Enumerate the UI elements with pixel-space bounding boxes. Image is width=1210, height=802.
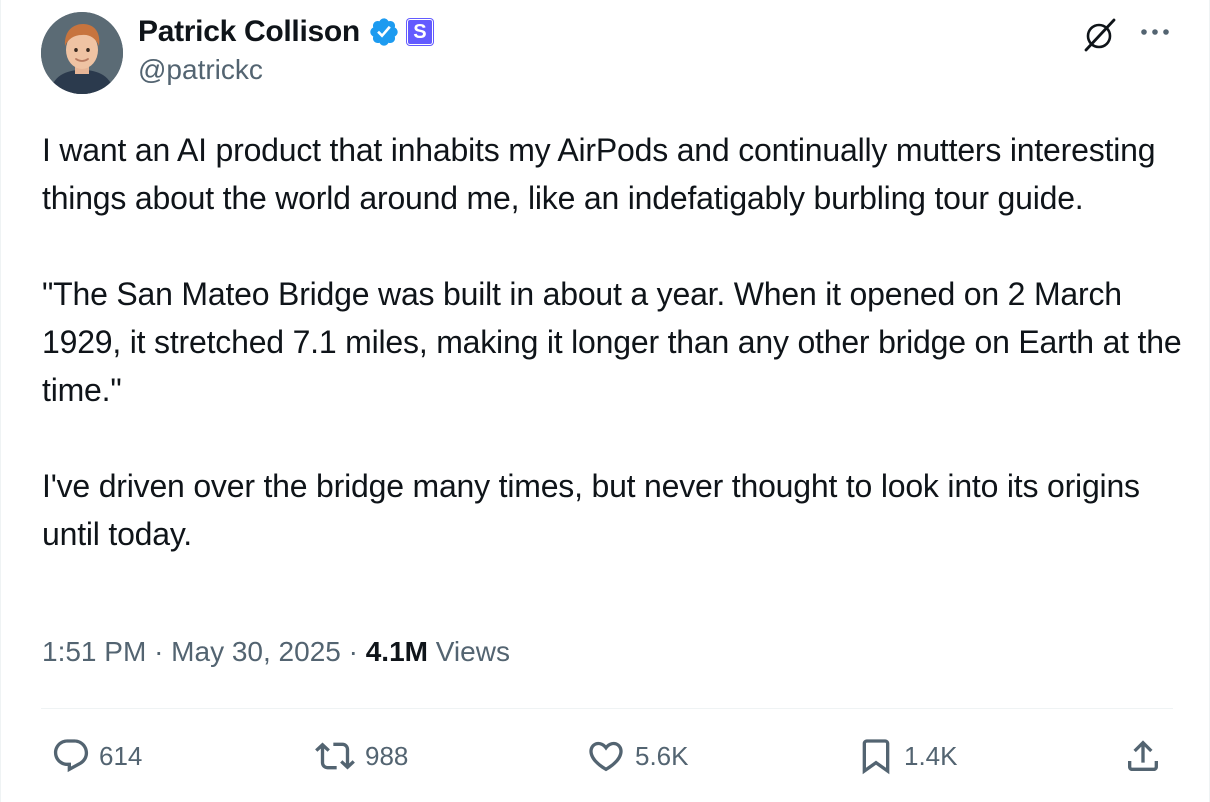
- tweet-time[interactable]: 1:51 PM: [42, 636, 146, 667]
- verified-badge-icon[interactable]: [368, 16, 400, 48]
- repost-icon: [315, 742, 355, 770]
- grok-icon[interactable]: [1081, 16, 1119, 54]
- reply-count: 614: [99, 740, 143, 771]
- tweet-meta: 1:51 PM · May 30, 2025 · 4.1M Views: [42, 636, 510, 668]
- tweet-paragraph: "The San Mateo Bridge was built in about…: [42, 276, 1182, 408]
- tweet-paragraph: I want an AI product that inhabits my Ai…: [42, 132, 1156, 216]
- avatar[interactable]: [41, 12, 123, 94]
- like-button[interactable]: 5.6K: [585, 736, 689, 776]
- tweet-text: I want an AI product that inhabits my Ai…: [42, 126, 1182, 558]
- like-icon: [589, 741, 623, 772]
- author-name[interactable]: Patrick Collison: [138, 15, 360, 49]
- meta-separator: ·: [348, 636, 358, 667]
- bookmark-count: 1.4K: [904, 740, 958, 771]
- views-label: Views: [435, 636, 510, 667]
- repost-count: 988: [365, 740, 409, 771]
- more-icon[interactable]: [1135, 14, 1175, 54]
- tweet-card: Patrick Collison S @patrickc I want an A…: [0, 0, 1210, 802]
- repost-button[interactable]: 988: [313, 736, 408, 776]
- bookmark-icon: [862, 739, 890, 775]
- tweet-paragraph: I've driven over the bridge many times, …: [42, 468, 1140, 552]
- reply-button[interactable]: 614: [51, 736, 142, 776]
- tweet-date[interactable]: May 30, 2025: [171, 636, 341, 667]
- like-count: 5.6K: [635, 740, 689, 771]
- share-button[interactable]: [1123, 736, 1163, 776]
- affiliate-badge[interactable]: S: [405, 18, 434, 46]
- divider: [41, 708, 1173, 709]
- bookmark-button[interactable]: 1.4K: [856, 736, 958, 776]
- meta-separator: ·: [154, 636, 164, 667]
- author-name-row: Patrick Collison S: [138, 14, 434, 50]
- reply-icon: [53, 739, 89, 773]
- views-count[interactable]: 4.1M: [366, 636, 428, 667]
- author-handle[interactable]: @patrickc: [138, 54, 263, 86]
- share-icon: [1128, 740, 1158, 771]
